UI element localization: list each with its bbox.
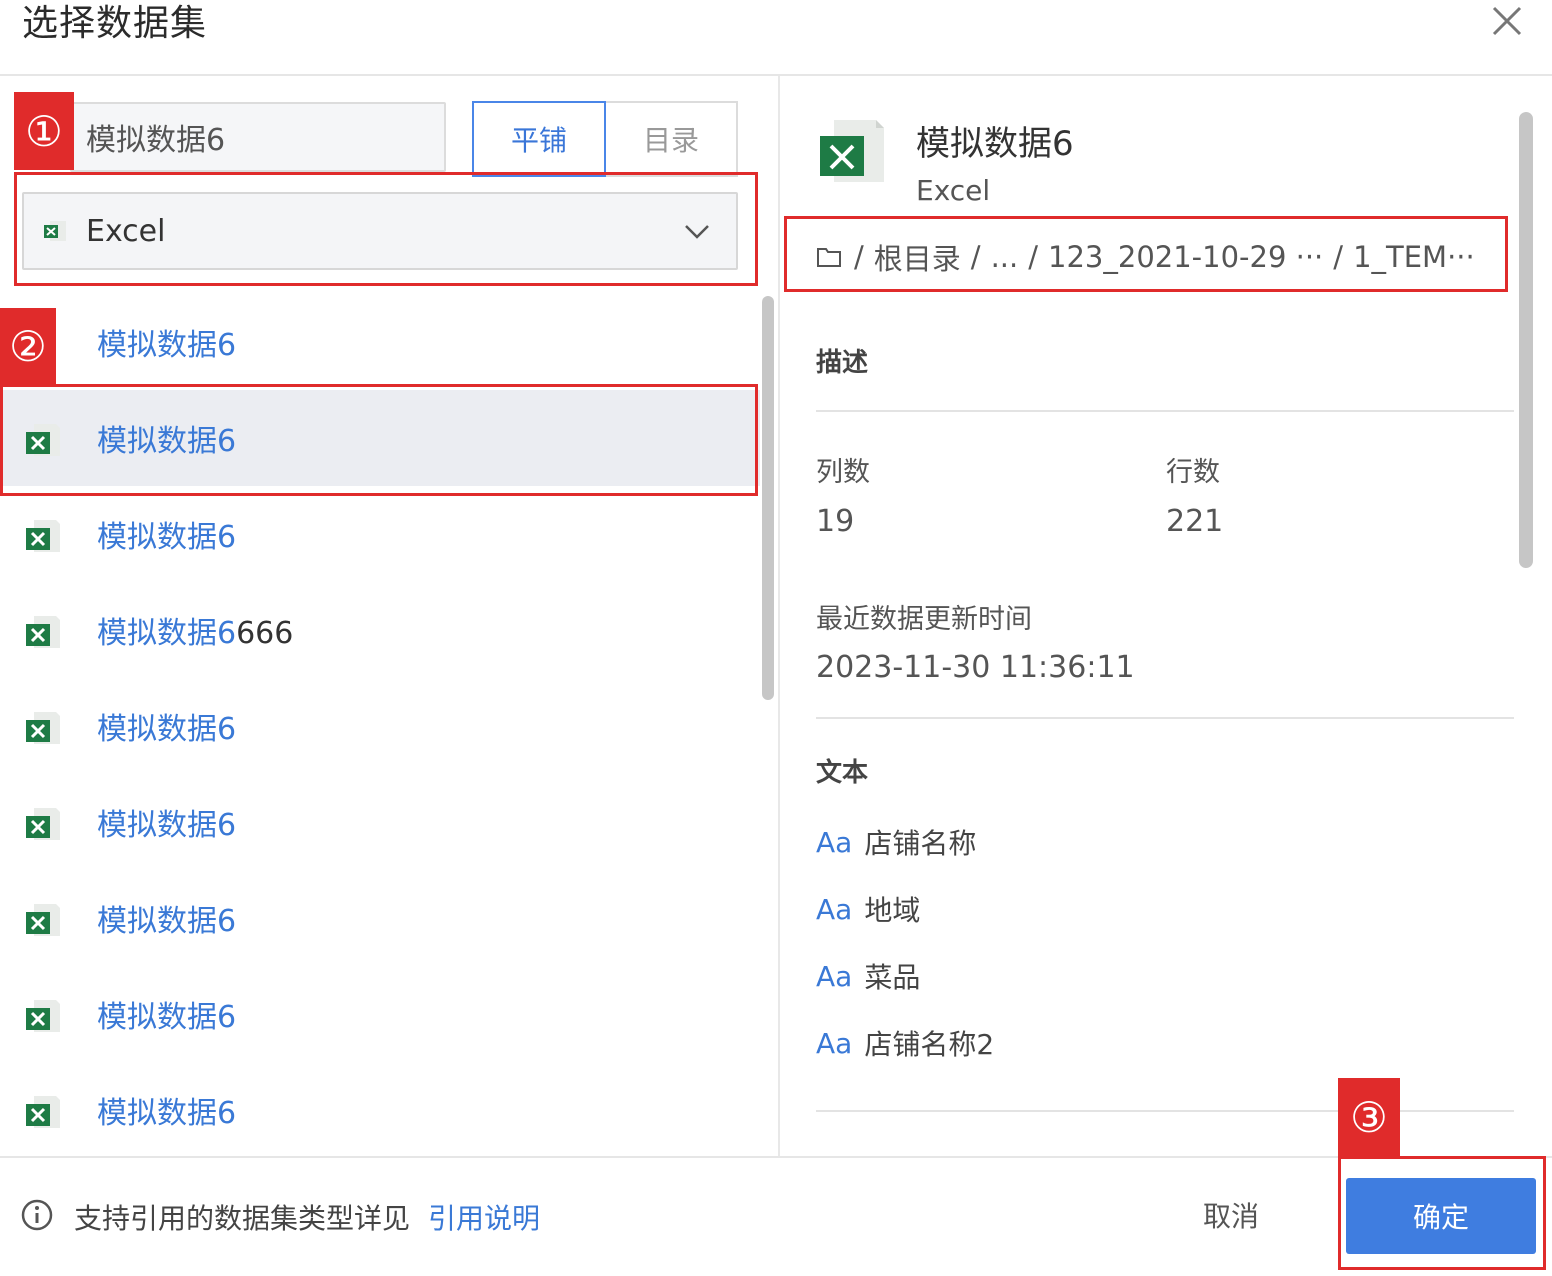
columns-value: 19 (816, 504, 855, 539)
close-icon[interactable] (1490, 4, 1524, 38)
reference-doc-link[interactable]: 引用说明 (428, 1197, 540, 1237)
info-icon (21, 1199, 53, 1231)
list-item-label: 模拟数据6 (97, 1096, 237, 1131)
detail-scrollbar[interactable] (1519, 112, 1533, 568)
text-section-label: 文本 (816, 758, 869, 788)
text-type-icon: Aa (816, 892, 853, 926)
list-item-label: 模拟数据6 (97, 712, 237, 747)
updated-label: 最近数据更新时间 (816, 604, 1032, 635)
path-separator: / (1333, 240, 1344, 274)
columns-label: 列数 (816, 457, 870, 488)
list-item-label: 模拟数据6 (97, 520, 237, 555)
list-item[interactable]: 模拟数据6 (0, 966, 760, 1062)
path-separator: / (854, 240, 864, 274)
updated-value: 2023-11-30 11:36:11 (816, 650, 1135, 685)
divider (816, 410, 1514, 412)
view-mode-tabs: 平铺 目录 (472, 101, 738, 177)
rows-label: 行数 (1166, 457, 1220, 488)
list-item[interactable]: 模拟数据6 (0, 870, 760, 966)
excel-icon (44, 221, 66, 241)
footer-divider (0, 1156, 1552, 1158)
search-value: 模拟数据6 (86, 123, 226, 158)
tab-directory[interactable]: 目录 (606, 101, 738, 177)
dataset-list: 模拟数据6 模拟数据6 模拟数据6 模拟数据6666 模拟数据6 模拟数据6 模… (0, 294, 760, 1158)
field-item: Aa 店铺名称2 (816, 1023, 994, 1063)
dataset-name: 模拟数据6 (916, 124, 1074, 164)
annotation-badge-1: ① (14, 92, 74, 170)
list-item[interactable]: 模拟数据6 (0, 678, 760, 774)
path-folder[interactable]: 123_2021-10-29 ··· (1048, 240, 1323, 274)
list-item[interactable]: 模拟数据6 (0, 486, 760, 582)
excel-icon (26, 616, 60, 648)
excel-icon (26, 1096, 60, 1128)
type-select-value: Excel (86, 213, 166, 249)
list-item-label: 模拟数据6666 (97, 616, 294, 651)
confirm-button[interactable]: 确定 (1346, 1178, 1536, 1254)
field-name: 菜品 (864, 961, 921, 994)
list-item-label: 模拟数据6 (97, 328, 237, 363)
excel-icon (26, 520, 60, 552)
path-root[interactable]: 根目录 (874, 236, 961, 278)
field-name: 店铺名称2 (864, 1028, 995, 1061)
cancel-button[interactable]: 取消 (1186, 1186, 1276, 1244)
chevron-down-icon (685, 225, 709, 239)
folder-icon (817, 248, 841, 267)
text-type-icon: Aa (816, 1026, 853, 1060)
divider (816, 1110, 1514, 1112)
field-name: 店铺名称 (864, 827, 977, 860)
list-item-label: 模拟数据6 (97, 1000, 237, 1035)
path-separator: / (970, 240, 981, 274)
dataset-type-select[interactable]: Excel (22, 192, 738, 270)
dialog-title: 选择数据集 (22, 3, 208, 44)
excel-icon (26, 904, 60, 936)
list-item[interactable]: 模拟数据6 (0, 1062, 760, 1158)
description-label: 描述 (816, 348, 869, 378)
annotation-badge-2: ② (0, 308, 56, 384)
list-item[interactable]: 模拟数据6666 (0, 582, 760, 678)
excel-icon (26, 424, 60, 456)
excel-icon (26, 1000, 60, 1032)
field-item: Aa 店铺名称 (816, 822, 976, 862)
list-item-label: 模拟数据6 (97, 424, 237, 459)
excel-icon (26, 712, 60, 744)
tab-tile[interactable]: 平铺 (472, 101, 606, 177)
divider (816, 717, 1514, 719)
footer-info-text: 支持引用的数据集类型详见 (74, 1202, 411, 1235)
list-item-selected[interactable]: 模拟数据6 (0, 390, 760, 486)
text-type-icon: Aa (816, 959, 853, 993)
search-input[interactable]: 模拟数据6 (70, 102, 446, 172)
path-separator: / (1028, 240, 1039, 274)
list-item[interactable]: 模拟数据6 (0, 774, 760, 870)
excel-icon (26, 808, 60, 840)
rows-value: 221 (1166, 504, 1224, 539)
field-name: 地域 (864, 894, 921, 927)
field-item: Aa 菜品 (816, 956, 920, 996)
path-folder[interactable]: 1_TEM··· (1353, 240, 1475, 274)
list-item[interactable]: 模拟数据6 (0, 294, 760, 390)
text-type-icon: Aa (816, 825, 853, 859)
list-item-label: 模拟数据6 (97, 904, 237, 939)
select-dataset-dialog: 选择数据集 模拟数据6 平铺 目录 Excel 模拟数据6 模拟数据6 模拟数据… (0, 0, 1552, 1276)
list-item-label: 模拟数据6 (97, 808, 237, 843)
excel-icon (820, 120, 884, 182)
annotation-badge-3: ③ (1338, 1078, 1400, 1156)
list-scrollbar[interactable] (762, 296, 774, 700)
dataset-type: Excel (916, 174, 991, 207)
path-ellipsis[interactable]: ... (991, 240, 1019, 274)
field-item: Aa 地域 (816, 889, 920, 929)
dataset-path: / 根目录 / ... / 123_2021-10-29 ··· / 1_TEM… (816, 232, 1485, 282)
